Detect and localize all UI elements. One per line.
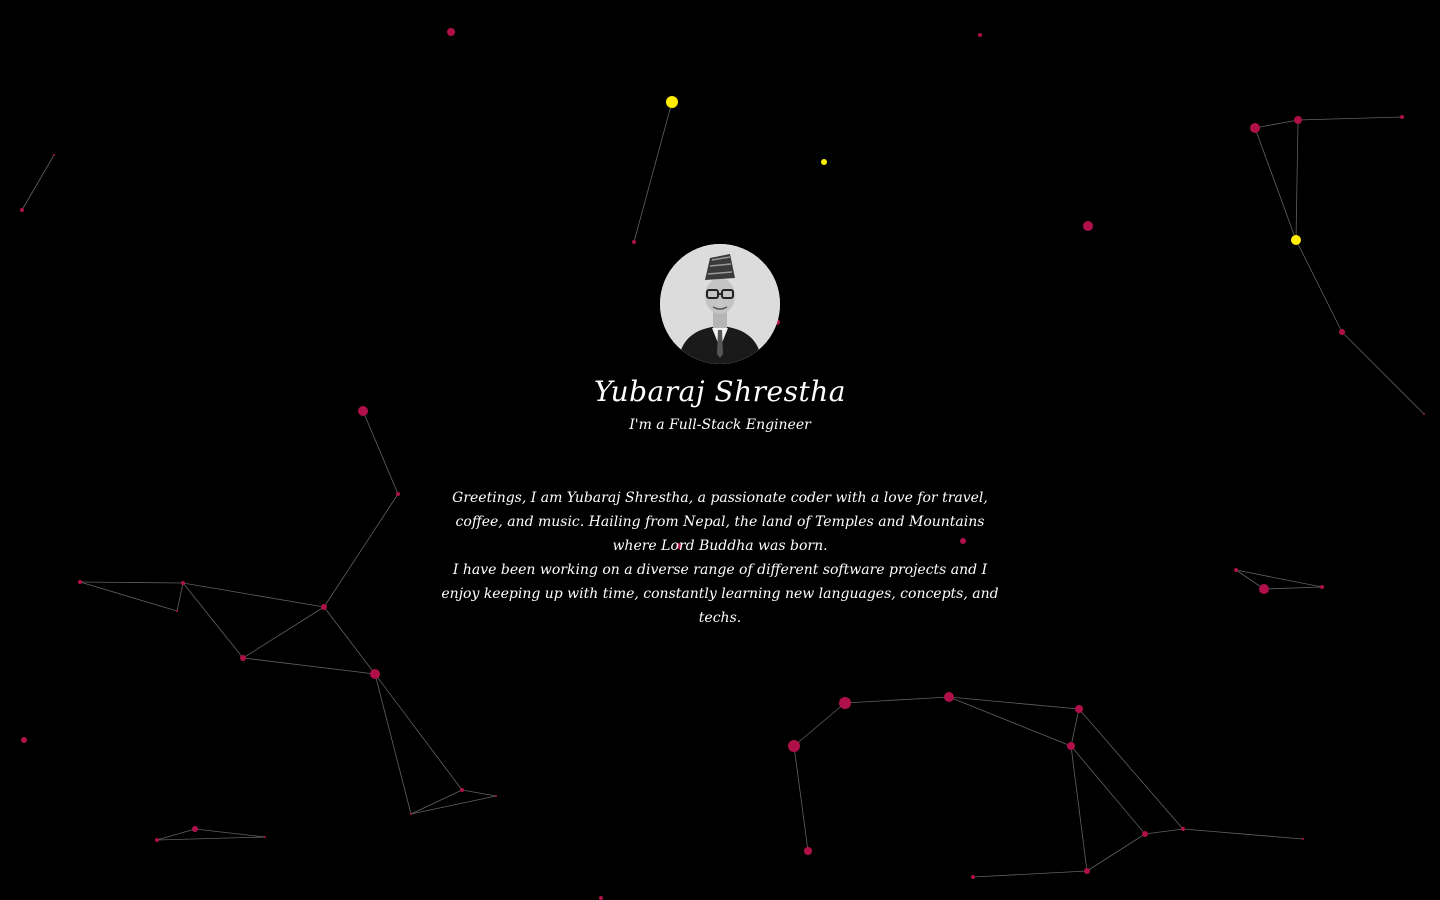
profile-section: Yubaraj Shrestha I'm a Full-Stack Engine… [0, 0, 1440, 900]
profile-photo-icon [660, 244, 780, 364]
profile-bio: Greetings, I am Yubaraj Shrestha, a pass… [440, 486, 1000, 630]
profile-tagline: I'm a Full-Stack Engineer [629, 417, 811, 433]
avatar [660, 244, 780, 364]
bio-paragraph: I have been working on a diverse range o… [441, 562, 999, 626]
profile-name: Yubaraj Shrestha [594, 375, 846, 408]
bio-paragraph: Greetings, I am Yubaraj Shrestha, a pass… [452, 490, 988, 554]
